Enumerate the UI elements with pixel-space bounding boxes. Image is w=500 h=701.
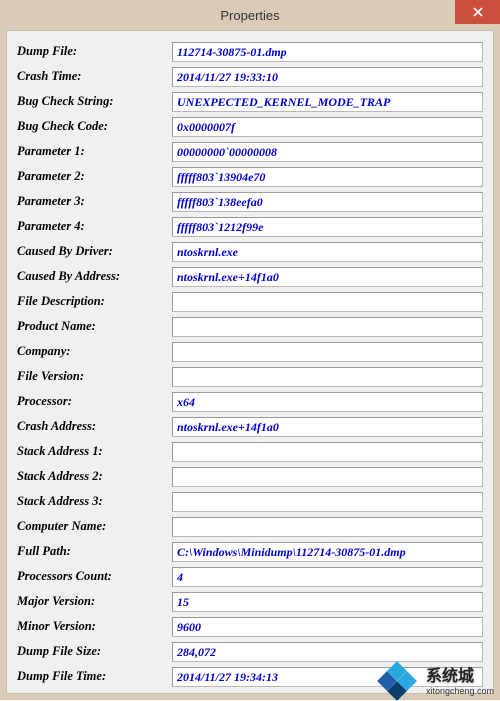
- property-value[interactable]: ntoskrnl.exe+14f1a0: [172, 267, 483, 287]
- property-label: Dump File:: [17, 44, 172, 59]
- property-label: Major Version:: [17, 594, 172, 609]
- property-label: Dump File Time:: [17, 669, 172, 684]
- property-row: Stack Address 1:: [17, 441, 483, 462]
- property-row: Parameter 2:fffff803`13904e70: [17, 166, 483, 187]
- property-row: Bug Check Code:0x0000007f: [17, 116, 483, 137]
- property-value[interactable]: 15: [172, 592, 483, 612]
- property-label: Stack Address 1:: [17, 444, 172, 459]
- property-value[interactable]: fffff803`13904e70: [172, 167, 483, 187]
- property-label: Parameter 1:: [17, 144, 172, 159]
- property-label: File Description:: [17, 294, 172, 309]
- property-value[interactable]: 4: [172, 567, 483, 587]
- property-row: Minor Version:9600: [17, 616, 483, 637]
- property-row: Processor:x64: [17, 391, 483, 412]
- property-row: Bug Check String:UNEXPECTED_KERNEL_MODE_…: [17, 91, 483, 112]
- property-value[interactable]: ntoskrnl.exe: [172, 242, 483, 262]
- property-row: Company:: [17, 341, 483, 362]
- property-label: Parameter 4:: [17, 219, 172, 234]
- property-label: File Version:: [17, 369, 172, 384]
- property-value[interactable]: [172, 342, 483, 362]
- property-row: Parameter 3:fffff803`138eefa0: [17, 191, 483, 212]
- property-value[interactable]: 112714-30875-01.dmp: [172, 42, 483, 62]
- property-row: Caused By Driver:ntoskrnl.exe: [17, 241, 483, 262]
- property-value[interactable]: [172, 467, 483, 487]
- titlebar[interactable]: Properties: [0, 0, 500, 30]
- property-value[interactable]: [172, 317, 483, 337]
- property-label: Processors Count:: [17, 569, 172, 584]
- watermark: 系统城 xitongcheng.com: [380, 662, 494, 696]
- property-label: Bug Check String:: [17, 94, 172, 109]
- property-value[interactable]: [172, 367, 483, 387]
- property-label: Full Path:: [17, 544, 172, 559]
- property-value[interactable]: [172, 292, 483, 312]
- window-title: Properties: [0, 8, 500, 23]
- property-row: Stack Address 2:: [17, 466, 483, 487]
- property-value[interactable]: [172, 517, 483, 537]
- property-value[interactable]: x64: [172, 392, 483, 412]
- property-label: Caused By Address:: [17, 269, 172, 284]
- property-value[interactable]: ntoskrnl.exe+14f1a0: [172, 417, 483, 437]
- property-label: Processor:: [17, 394, 172, 409]
- property-label: Company:: [17, 344, 172, 359]
- property-value[interactable]: [172, 492, 483, 512]
- property-value[interactable]: C:\Windows\Minidump\112714-30875-01.dmp: [172, 542, 483, 562]
- property-row: Stack Address 3:: [17, 491, 483, 512]
- property-label: Parameter 2:: [17, 169, 172, 184]
- property-row: Parameter 1:00000000`00000008: [17, 141, 483, 162]
- property-label: Caused By Driver:: [17, 244, 172, 259]
- property-row: File Version:: [17, 366, 483, 387]
- property-label: Parameter 3:: [17, 194, 172, 209]
- property-value[interactable]: UNEXPECTED_KERNEL_MODE_TRAP: [172, 92, 483, 112]
- property-row: Dump File:112714-30875-01.dmp: [17, 41, 483, 62]
- property-label: Crash Time:: [17, 69, 172, 84]
- property-value[interactable]: fffff803`138eefa0: [172, 192, 483, 212]
- property-label: Dump File Size:: [17, 644, 172, 659]
- property-label: Computer Name:: [17, 519, 172, 534]
- property-row: Crash Address:ntoskrnl.exe+14f1a0: [17, 416, 483, 437]
- property-label: Minor Version:: [17, 619, 172, 634]
- property-label: Crash Address:: [17, 419, 172, 434]
- close-icon: [473, 5, 483, 20]
- property-value[interactable]: 00000000`00000008: [172, 142, 483, 162]
- property-label: Stack Address 3:: [17, 494, 172, 509]
- property-label: Product Name:: [17, 319, 172, 334]
- property-label: Stack Address 2:: [17, 469, 172, 484]
- property-value[interactable]: 284,072: [172, 642, 483, 662]
- property-row: Computer Name:: [17, 516, 483, 537]
- property-row: Processors Count:4: [17, 566, 483, 587]
- property-row: Caused By Address:ntoskrnl.exe+14f1a0: [17, 266, 483, 287]
- property-value[interactable]: 2014/11/27 19:33:10: [172, 67, 483, 87]
- properties-panel: Dump File:112714-30875-01.dmpCrash Time:…: [6, 30, 494, 694]
- properties-window: Properties Dump File:112714-30875-01.dmp…: [0, 0, 500, 700]
- property-row: Crash Time:2014/11/27 19:33:10: [17, 66, 483, 87]
- watermark-logo-icon: [380, 664, 420, 694]
- property-value[interactable]: [172, 442, 483, 462]
- property-value[interactable]: fffff803`1212f99e: [172, 217, 483, 237]
- property-row: Major Version:15: [17, 591, 483, 612]
- property-row: Parameter 4:fffff803`1212f99e: [17, 216, 483, 237]
- close-button[interactable]: [455, 0, 500, 24]
- property-value[interactable]: 9600: [172, 617, 483, 637]
- property-value[interactable]: 0x0000007f: [172, 117, 483, 137]
- watermark-text: 系统城: [426, 662, 494, 686]
- watermark-subtext: xitongcheng.com: [426, 686, 494, 696]
- property-row: File Description:: [17, 291, 483, 312]
- property-label: Bug Check Code:: [17, 119, 172, 134]
- property-row: Dump File Size:284,072: [17, 641, 483, 662]
- property-row: Product Name:: [17, 316, 483, 337]
- property-row: Full Path:C:\Windows\Minidump\112714-308…: [17, 541, 483, 562]
